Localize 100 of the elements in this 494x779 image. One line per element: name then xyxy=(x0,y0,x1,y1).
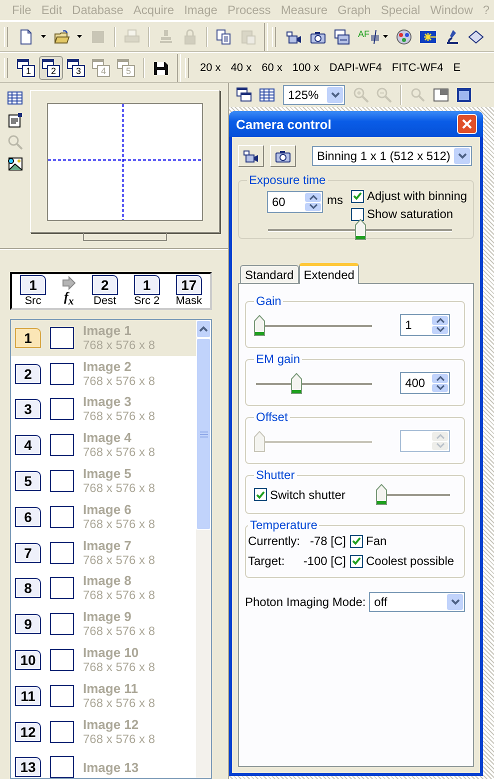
checkbox[interactable] xyxy=(350,534,363,548)
image-list-item[interactable]: 12 Image 12 768 x 576 x 8 xyxy=(11,714,196,750)
image-list-item[interactable]: 13 Image 13 xyxy=(11,750,196,778)
window-layout-button[interactable]: 3 xyxy=(64,56,88,80)
exposure-slider[interactable] xyxy=(266,219,454,240)
unit-label: ms xyxy=(327,193,343,207)
value-field[interactable]: 1 xyxy=(400,314,450,336)
dropdown-button[interactable] xyxy=(327,87,343,103)
thumbnail-placeholder xyxy=(50,398,74,420)
dropdown-button[interactable] xyxy=(454,148,470,164)
spin-up-button[interactable] xyxy=(432,316,448,324)
value-field[interactable]: 400 xyxy=(400,372,450,394)
zoom-in-icon xyxy=(353,87,369,103)
image-list-item[interactable]: 10 Image 10 768 x 576 x 8 xyxy=(11,642,196,678)
image-list-item[interactable]: 5 Image 5 768 x 576 x 8 xyxy=(11,463,196,499)
dropdown-button[interactable] xyxy=(447,594,464,610)
image-list-item[interactable]: 11 Image 11 768 x 576 x 8 xyxy=(11,678,196,714)
tab[interactable]: Standard xyxy=(240,265,299,283)
image-list-item[interactable]: 2 Image 2 768 x 576 x 8 xyxy=(11,356,196,392)
image-number: 10 xyxy=(15,650,41,670)
thumbnail-placeholder xyxy=(50,720,74,743)
preset-button[interactable]: 20 x xyxy=(195,56,226,80)
function-label: f$_{x}$ xyxy=(64,290,74,308)
preset-button[interactable]: E xyxy=(448,56,466,80)
close-icon xyxy=(461,118,474,130)
spin-up-button[interactable] xyxy=(432,374,448,382)
zoom-out-icon xyxy=(376,87,392,103)
zoom-dropdown[interactable]: 125% xyxy=(283,85,345,105)
shutter-slider[interactable] xyxy=(376,484,452,505)
document-number[interactable]: 1 xyxy=(20,275,46,295)
preset-button[interactable]: DAPI-WF4 xyxy=(324,56,387,80)
thumbnail-placeholder xyxy=(50,362,74,385)
scroll-thumb[interactable] xyxy=(196,338,211,530)
chevron-up-icon xyxy=(436,318,445,323)
image-list-item[interactable]: 3 Image 3 768 x 576 x 8 xyxy=(11,392,196,428)
scroll-up-button[interactable] xyxy=(196,320,211,338)
preset-button[interactable]: 40 x xyxy=(226,56,257,80)
document-icon xyxy=(18,28,34,44)
image-name: Image 9 xyxy=(83,609,132,624)
window-icon xyxy=(456,87,472,103)
video-camera-button[interactable] xyxy=(238,145,264,167)
clipboard-icon xyxy=(240,28,256,44)
photon-mode-dropdown[interactable]: off xyxy=(369,592,466,612)
image-name: Image 13 xyxy=(83,760,139,775)
window-layout-button[interactable]: 1 xyxy=(14,56,38,80)
image-name: Image 2 xyxy=(83,358,132,374)
group-title: Gain xyxy=(255,294,282,308)
slider[interactable] xyxy=(254,314,374,336)
scrollbar[interactable] xyxy=(196,320,211,778)
chevron-up-icon xyxy=(308,194,318,200)
image-number: 3 xyxy=(15,399,41,420)
document-number[interactable]: 17 xyxy=(176,275,202,295)
video-camera-icon xyxy=(286,28,302,44)
checkbox[interactable] xyxy=(350,554,363,568)
slider-thumb[interactable] xyxy=(291,372,302,394)
arrow-icon xyxy=(62,276,76,290)
chevron-down-icon xyxy=(308,204,318,210)
image-list-item[interactable]: 7 Image 7 768 x 576 x 8 xyxy=(11,534,196,571)
slider-thumb[interactable] xyxy=(254,314,265,336)
preset-button[interactable]: FITC-WF4 xyxy=(386,56,448,80)
caret-icon xyxy=(41,35,46,38)
image-number: 11 xyxy=(15,686,41,706)
image-number: 12 xyxy=(15,722,41,742)
image-list-item[interactable]: 1 Image 1 768 x 576 x 8 xyxy=(11,320,196,356)
grip-icon xyxy=(200,430,208,438)
image-list-item[interactable]: 4 Image 4 768 x 576 x 8 xyxy=(11,427,196,464)
image-list-item[interactable]: 9 Image 9 768 x 576 x 8 xyxy=(11,606,196,642)
spin-down-button[interactable] xyxy=(432,326,448,334)
window-layout-button[interactable]: 2 xyxy=(39,56,63,80)
binning-dropdown[interactable]: Binning 1 x 1 (512 x 512) xyxy=(312,146,472,166)
image-list-item[interactable]: 6 Image 6 768 x 576 x 8 xyxy=(11,498,196,535)
thumbnail-placeholder xyxy=(50,542,74,564)
table-icon xyxy=(7,90,23,106)
document-number[interactable]: 2 xyxy=(92,275,118,295)
chevron-down-icon xyxy=(330,92,340,98)
image-size: 768 x 576 x 8 xyxy=(83,374,156,389)
document-number[interactable]: 1 xyxy=(134,275,160,295)
image-name: Image 6 xyxy=(83,502,132,517)
tab[interactable]: Extended xyxy=(298,263,360,284)
camera-button[interactable] xyxy=(270,145,296,167)
preset-button[interactable]: 60 x xyxy=(256,56,288,80)
image-list-item[interactable]: 8 Image 8 768 x 576 x 8 xyxy=(11,570,196,606)
thumbnail-placeholder xyxy=(50,434,74,456)
slider[interactable] xyxy=(254,372,374,394)
slider-thumb[interactable] xyxy=(376,484,388,505)
checkbox[interactable] xyxy=(351,208,364,220)
checkbox-label: Coolest possible xyxy=(366,554,454,568)
preset-button[interactable]: 100 x xyxy=(287,56,324,80)
exposure-field[interactable]: 60 xyxy=(267,191,323,213)
slider-thumb[interactable] xyxy=(354,219,366,240)
chevron-down-icon xyxy=(436,327,445,332)
image-name: Image 3 xyxy=(83,394,132,410)
spin-down-button[interactable] xyxy=(305,202,321,211)
ruler-icon xyxy=(370,30,379,44)
spin-down-button[interactable] xyxy=(432,384,448,392)
checkbox[interactable] xyxy=(254,488,267,501)
checkmark-icon xyxy=(352,537,361,545)
checkbox[interactable] xyxy=(351,190,364,202)
spin-up-button[interactable] xyxy=(305,193,321,202)
close-button[interactable] xyxy=(457,114,478,134)
